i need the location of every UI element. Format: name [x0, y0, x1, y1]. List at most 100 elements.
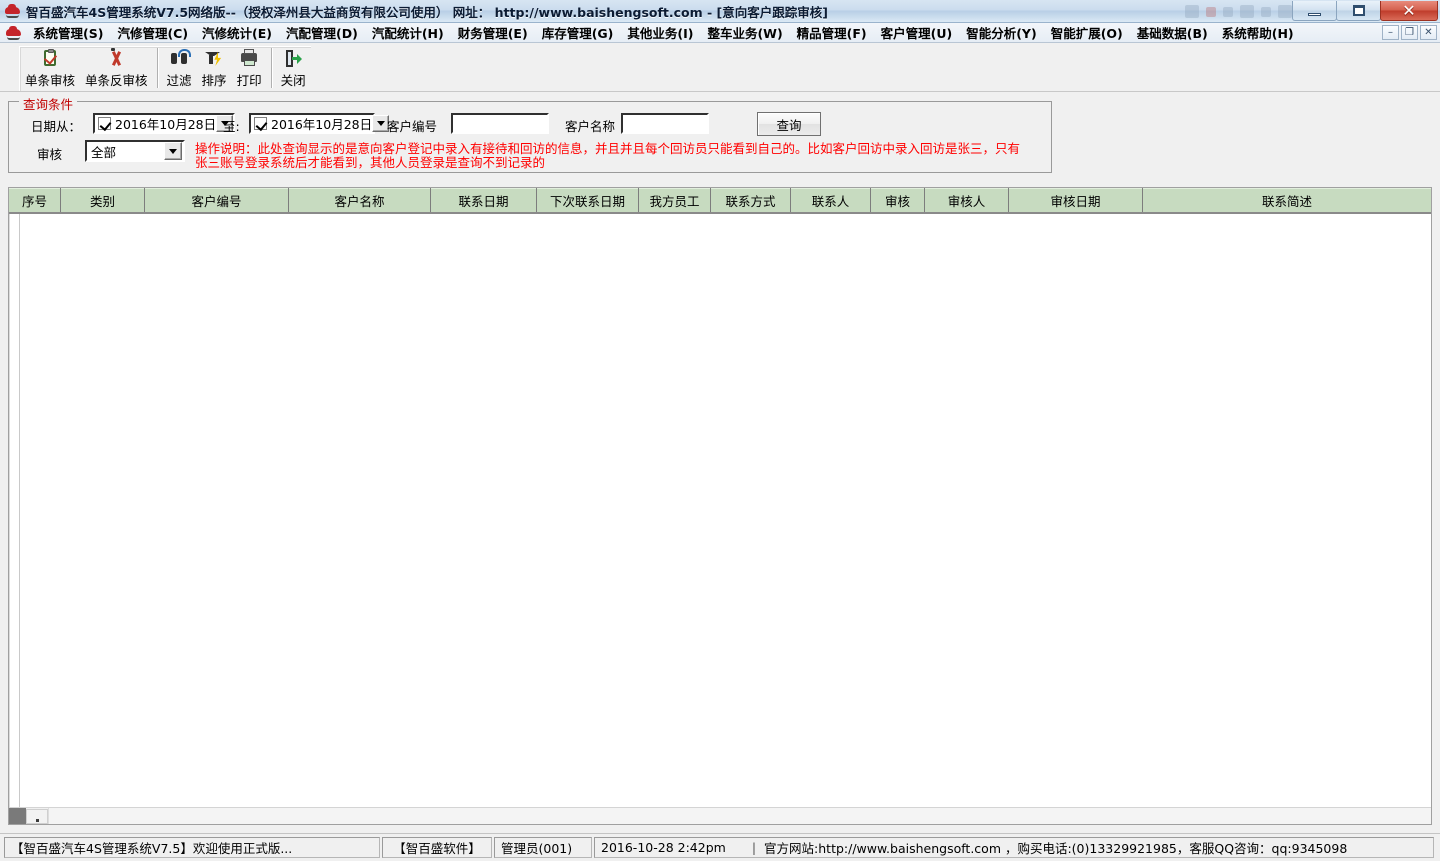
grid-horizontal-scrollbar[interactable]	[9, 807, 1431, 824]
grid-column-header[interactable]: 审核	[871, 188, 925, 212]
scrollbar-thumb-area[interactable]	[26, 808, 48, 824]
close-icon: ✕	[1402, 0, 1416, 20]
menu-item-boutique[interactable]: 精品管理(F)	[790, 21, 874, 44]
close-window-label: 关闭	[280, 73, 306, 88]
grid-column-header[interactable]: 类别	[61, 188, 145, 212]
funnel-bolt-icon	[203, 49, 225, 69]
print-label: 打印	[236, 73, 262, 88]
exit-door-icon	[282, 49, 304, 69]
audit-single-button[interactable]: 单条审核	[20, 47, 80, 91]
menu-item-help[interactable]: 系统帮助(H)	[1215, 21, 1301, 44]
menu-item-base-data[interactable]: 基础数据(B)	[1130, 21, 1215, 44]
printer-icon	[238, 49, 260, 69]
menu-item-parts-stats[interactable]: 汽配统计(H)	[365, 21, 451, 44]
instruction-note-line-2: 张三账号登录系统后才能看到，其他人员登录是查询不到记录的	[195, 155, 546, 170]
filter-button[interactable]: 过滤	[162, 47, 197, 91]
customer-name-input[interactable]	[621, 113, 709, 134]
mdi-minimize-button[interactable]: –	[1382, 25, 1399, 40]
menu-item-inventory[interactable]: 库存管理(G)	[535, 21, 621, 44]
grid-column-header[interactable]: 联系方式	[711, 188, 791, 212]
menu-item-customer[interactable]: 客户管理(U)	[874, 21, 960, 44]
menubar-car-icon	[6, 25, 24, 40]
print-button[interactable]: 打印	[232, 47, 267, 91]
scrollbar-left-corner[interactable]	[9, 808, 26, 824]
grid-column-header[interactable]: 客户名称	[289, 188, 431, 212]
toolbar-button-group: 单条审核 单条反审核 过滤 排序 打印 关闭	[19, 46, 311, 91]
binoculars-icon	[168, 49, 192, 69]
grid-column-header[interactable]: 我方员工	[639, 188, 711, 212]
close-window-button[interactable]: 关闭	[276, 47, 311, 91]
audit-status-value: 全部	[91, 144, 117, 160]
status-message-panel: 【智百盛汽车4S管理系统V7.5】欢迎使用正式版...	[4, 837, 380, 858]
minimize-button[interactable]	[1292, 1, 1337, 21]
chevron-down-icon	[169, 148, 177, 154]
date-from-label: 日期从：	[31, 119, 82, 134]
scrollbar-thumb[interactable]	[26, 808, 48, 824]
status-vendor-panel: 【智百盛软件】	[382, 837, 492, 858]
maximize-button[interactable]	[1336, 1, 1381, 21]
grid-column-header[interactable]: 客户编号	[145, 188, 289, 212]
toolbar: 单条审核 单条反审核 过滤 排序 打印 关闭	[0, 44, 1440, 92]
menu-item-parts[interactable]: 汽配管理(D)	[279, 21, 365, 44]
grid-column-header[interactable]: 审核人	[925, 188, 1009, 212]
menu-item-finance[interactable]: 财务管理(E)	[451, 21, 535, 44]
grid-column-header[interactable]: 联系简述	[1143, 188, 1431, 212]
grid-body[interactable]	[9, 214, 1431, 807]
status-datetime: 2016-10-28 2:42pm	[601, 840, 726, 855]
menu-item-repair-stats[interactable]: 汽修统计(E)	[195, 21, 279, 44]
menu-item-other-business[interactable]: 其他业务(I)	[620, 21, 700, 44]
date-to-picker[interactable]: 2016年10月28日	[249, 113, 390, 134]
close-button[interactable]: ✕	[1380, 1, 1438, 21]
menu-item-smart-analysis[interactable]: 智能分析(Y)	[959, 21, 1043, 44]
mdi-close-button[interactable]: ✕	[1420, 25, 1437, 40]
grid-column-header[interactable]: 下次联系日期	[537, 188, 639, 212]
date-to-checkbox[interactable]	[254, 117, 267, 130]
tracking-audit-grid: 序号 类别 客户编号 客户名称 联系日期 下次联系日期 我方员工 联系方式 联系人 审核 审核人 审核…	[8, 187, 1432, 825]
scrollbar-track[interactable]	[48, 808, 1431, 824]
menu-item-system[interactable]: 系统管理(S)	[26, 21, 110, 44]
customer-name-label: 客户名称	[565, 119, 616, 134]
status-footer-info: 官方网站:http://www.baishengsoft.com ，购买电话:(…	[764, 841, 1348, 856]
window-titlebar: 智百盛汽车4S管理系统V7.5网络版--（授权泽州县大益商贸有限公司使用） 网址…	[0, 0, 1440, 23]
date-to-label: 至:	[223, 119, 240, 134]
audit-label: 审核	[37, 147, 63, 162]
red-x-icon	[105, 48, 127, 69]
sort-button[interactable]: 排序	[197, 47, 232, 91]
chevron-down-icon	[376, 121, 385, 126]
sort-label: 排序	[201, 73, 227, 88]
window-title: 智百盛汽车4S管理系统V7.5网络版--（授权泽州县大益商贸有限公司使用） 网址…	[26, 4, 828, 20]
query-panel-legend: 查询条件	[19, 94, 78, 113]
toolbar-separator-2	[270, 48, 272, 88]
menu-item-vehicle-business[interactable]: 整车业务(W)	[700, 21, 789, 44]
date-from-checkbox[interactable]	[98, 117, 111, 130]
menu-item-repair[interactable]: 汽修管理(C)	[110, 21, 195, 44]
window-controls[interactable]: ✕	[1292, 1, 1438, 22]
grid-column-header[interactable]: 审核日期	[1009, 188, 1143, 212]
customer-code-input[interactable]	[451, 113, 549, 134]
grid-column-header[interactable]: 联系日期	[431, 188, 537, 212]
query-button[interactable]: 查询	[757, 112, 821, 136]
date-from-value: 2016年10月28日	[115, 117, 217, 132]
clipboard-check-icon	[39, 49, 61, 69]
audit-single-label: 单条审核	[25, 73, 76, 88]
mdi-child-controls[interactable]: – ❐ ✕	[1382, 25, 1437, 40]
grid-column-header[interactable]: 序号	[9, 188, 61, 212]
toolbar-separator-1	[156, 48, 158, 88]
status-user-panel: 管理员(001)	[494, 837, 592, 858]
status-separator: |	[751, 840, 757, 855]
menu-bar: 系统管理(S) 汽修管理(C) 汽修统计(E) 汽配管理(D) 汽配统计(H) …	[0, 23, 1440, 43]
instruction-note-line-1: 操作说明：此处查询显示的是意向客户登记中录入有接待和回访的信息，并且并且每个回访…	[195, 141, 1021, 156]
query-conditions-panel: 查询条件 日期从： 2016年10月28日 至: 2016年10月28日 客户编…	[8, 94, 1052, 173]
grid-row-indicator-column	[10, 214, 20, 807]
mdi-restore-button[interactable]: ❐	[1401, 25, 1418, 40]
unaudit-single-label: 单条反审核	[85, 73, 148, 88]
minimize-icon	[1308, 12, 1321, 16]
unaudit-single-button[interactable]: 单条反审核	[80, 47, 153, 91]
date-from-picker[interactable]: 2016年10月28日	[93, 113, 235, 134]
grid-column-header[interactable]: 联系人	[791, 188, 871, 212]
filter-label: 过滤	[166, 73, 192, 88]
customer-code-label: 客户编号	[387, 119, 438, 134]
audit-status-select[interactable]: 全部	[85, 140, 185, 162]
audit-status-dropdown-button[interactable]	[164, 142, 182, 160]
menu-item-smart-extension[interactable]: 智能扩展(O)	[1044, 21, 1130, 44]
